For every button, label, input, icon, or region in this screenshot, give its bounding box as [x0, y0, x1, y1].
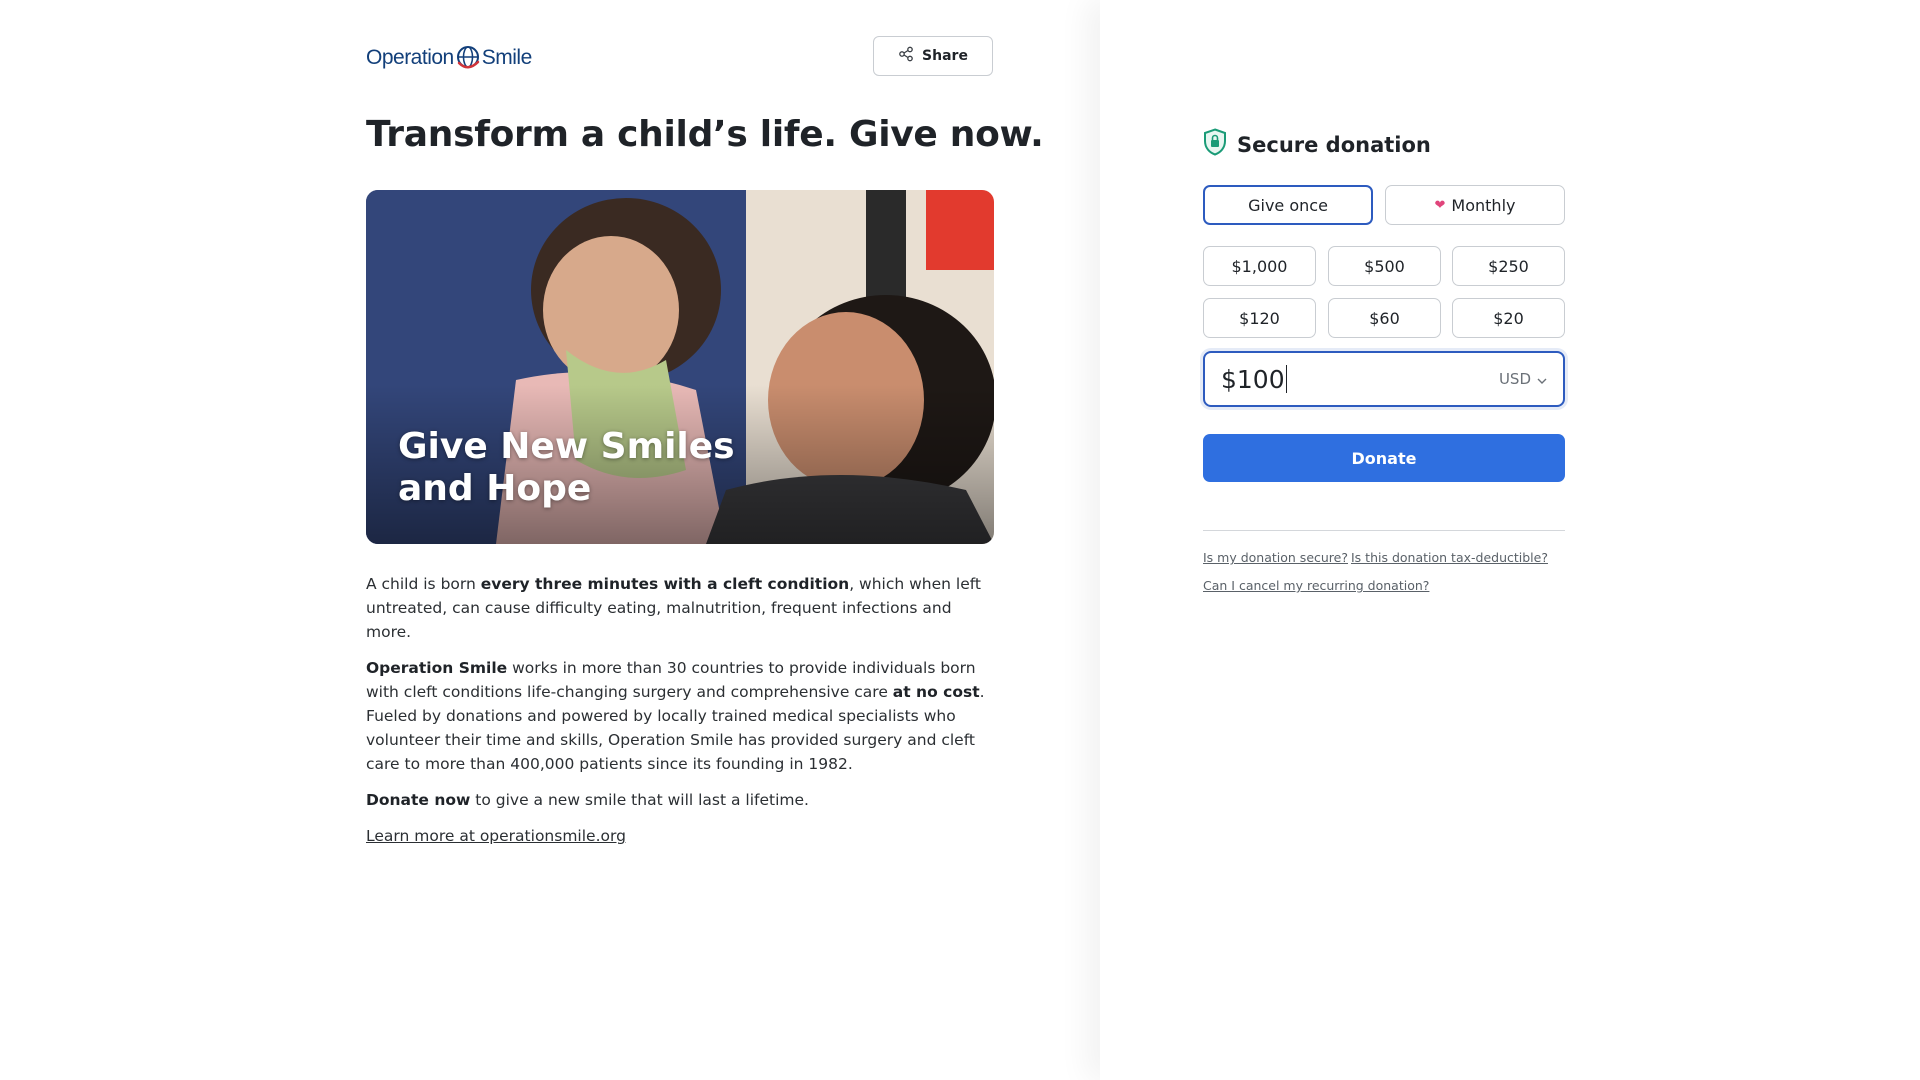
- currency-label: USD: [1498, 370, 1531, 388]
- page-title: Transform a child’s life. Give now.: [366, 114, 1044, 155]
- faq-tax-link[interactable]: Is this donation tax-deductible?: [1351, 550, 1548, 565]
- heart-icon: ❤: [1434, 197, 1446, 213]
- amount-option-60[interactable]: $60: [1328, 298, 1441, 338]
- learn-more-link[interactable]: Learn more at operationsmile.org: [366, 827, 626, 845]
- monthly-button[interactable]: ❤ Monthly: [1385, 185, 1565, 225]
- secure-donation-header: Secure donation: [1203, 128, 1431, 161]
- logo-text-left: Operation: [366, 46, 454, 69]
- campaign-description: A child is born every three minutes with…: [366, 572, 998, 860]
- hero-overlay-line1: Give New Smiles: [398, 426, 735, 467]
- custom-amount-input[interactable]: $100 USD: [1203, 351, 1565, 407]
- amount-option-120[interactable]: $120: [1203, 298, 1316, 338]
- amount-option-20[interactable]: $20: [1452, 298, 1565, 338]
- share-label: Share: [922, 48, 968, 64]
- faq-cancel-link[interactable]: Can I cancel my recurring donation?: [1203, 578, 1429, 593]
- hero-overlay-line2: and Hope: [398, 468, 592, 509]
- give-once-label: Give once: [1248, 195, 1328, 215]
- monthly-label: Monthly: [1451, 195, 1516, 215]
- campaign-pane: Operation Smile Share Transform a child’…: [0, 0, 1100, 1080]
- paragraph-about: Operation Smile works in more than 30 co…: [366, 659, 985, 773]
- chevron-down-icon: [1537, 370, 1547, 388]
- amount-option-1000[interactable]: $1,000: [1203, 246, 1316, 286]
- paragraph-cleft-stat: A child is born every three minutes with…: [366, 575, 982, 641]
- text-caret: [1285, 365, 1287, 393]
- hero-image: Give New Smiles and Hope: [366, 190, 994, 544]
- amount-option-250[interactable]: $250: [1452, 246, 1565, 286]
- give-once-button[interactable]: Give once: [1203, 185, 1373, 225]
- currency-select[interactable]: USD: [1499, 370, 1547, 388]
- logo-text-right: Smile: [481, 46, 533, 69]
- faq-secure-link[interactable]: Is my donation secure?: [1203, 550, 1348, 565]
- hero-overlay-text: Give New Smiles and Hope: [398, 426, 758, 510]
- amount-option-500[interactable]: $500: [1328, 246, 1441, 286]
- paragraph-call-to-action: Donate now to give a new smile that will…: [366, 791, 809, 809]
- secure-donation-title: Secure donation: [1237, 132, 1431, 157]
- donation-pane: [1100, 0, 1920, 1080]
- share-button[interactable]: Share: [873, 36, 993, 76]
- custom-amount-value: $100: [1221, 364, 1285, 394]
- donate-button[interactable]: Donate: [1203, 434, 1565, 482]
- share-icon: [898, 46, 914, 66]
- faq-divider: [1203, 530, 1565, 531]
- shield-lock-icon: [1203, 128, 1227, 161]
- globe-icon: [455, 44, 481, 72]
- operation-smile-logo[interactable]: Operation Smile: [366, 44, 532, 72]
